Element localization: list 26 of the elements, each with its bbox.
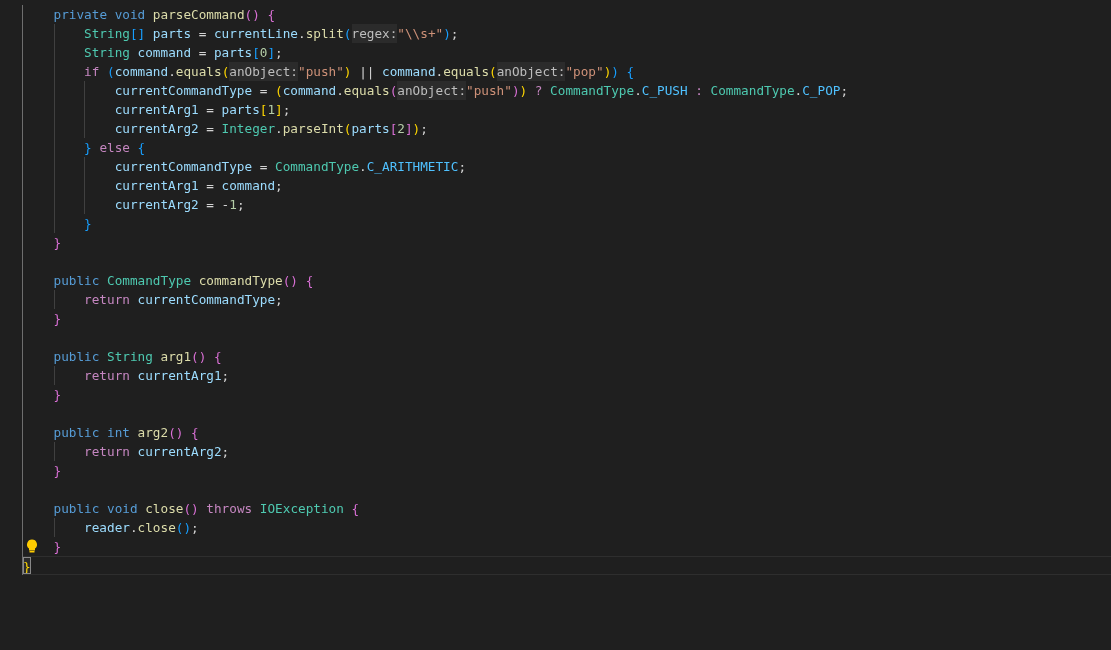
code-line: }	[23, 537, 1111, 556]
code-line: currentArg2 = Integer.parseInt(parts[2]);	[23, 119, 1111, 138]
code-line: }	[52, 386, 63, 404]
code-line: currentArg2 = -1;	[23, 195, 1111, 214]
code-line: return currentArg1;	[23, 366, 1111, 385]
code-line: String[] parts = currentLine.split(regex:"\\s+");	[23, 24, 1111, 43]
code-line: public int arg2() {	[52, 424, 200, 442]
code-line: return currentArg2;	[23, 442, 1111, 461]
code-line: currentArg1 = parts[1];	[23, 100, 1111, 119]
code-line: private void parseCommand() {	[52, 6, 277, 24]
code-line: reader.close();	[23, 518, 1111, 537]
code-line: currentCommandType = CommandType.C_ARITHMETIC;	[23, 157, 1111, 176]
code-line: public void close() throws IOException {	[52, 500, 361, 518]
code-line: } else {	[23, 138, 1111, 157]
code-line: String command = parts[0];	[23, 43, 1111, 62]
code-line: }	[52, 462, 63, 480]
code-line: currentArg1 = command;	[23, 176, 1111, 195]
code-line: return currentCommandType;	[23, 290, 1111, 309]
code-line: public CommandType commandType() {	[52, 272, 315, 290]
code-line: currentCommandType = (command.equals(anObject:"push")) ? CommandType.C_PUSH : CommandType.C_POP;	[23, 81, 1111, 100]
code-line: }	[23, 214, 1111, 233]
code-line: }	[52, 310, 63, 328]
code-line: if (command.equals(anObject:"push") || command.equals(anObject:"pop")) {	[23, 62, 1111, 81]
code-line: }	[52, 234, 63, 252]
lightbulb-icon[interactable]	[26, 539, 38, 553]
code-line: public String arg1() {	[52, 348, 223, 366]
